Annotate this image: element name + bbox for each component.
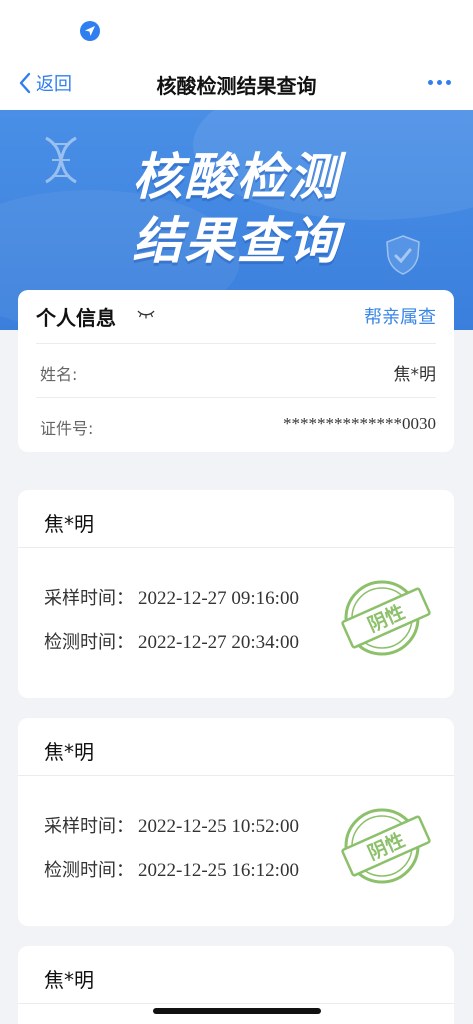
sample-time-row: 采样时间： 2022-12-25 10:52:00	[44, 812, 299, 838]
more-dots-icon	[428, 80, 433, 85]
result-card[interactable]: 焦*明 采样时间： 2022-12-27 09:16:00 检测时间： 2022-1…	[18, 490, 454, 698]
personal-info-card: 个人信息 帮亲属查 姓名: 焦*明 证件号: **************003…	[18, 290, 454, 452]
negative-stamp: 阴性	[341, 580, 431, 656]
eye-closed-icon[interactable]	[136, 308, 156, 320]
test-time-value: 2022-12-27 20:34:00	[138, 632, 299, 653]
more-options-button[interactable]	[428, 80, 451, 85]
sample-time-value: 2022-12-27 09:16:00	[138, 588, 299, 609]
negative-stamp: 阴性	[341, 808, 431, 884]
home-indicator	[153, 1008, 321, 1014]
result-card[interactable]: 焦*明 采样时间： 2022-12-25 10:52:00 检测时间： 2022-1…	[18, 718, 454, 926]
shield-icon	[386, 235, 420, 275]
status-bar	[0, 0, 473, 56]
result-card-header: 焦*明	[18, 718, 454, 776]
id-label: 证件号:	[40, 419, 94, 438]
result-name: 焦*明	[44, 740, 94, 764]
id-row: 证件号: **************0030	[36, 398, 436, 452]
test-time-value: 2022-12-25 16:12:00	[138, 860, 299, 881]
sample-time-value: 2022-12-25 10:52:00	[138, 816, 299, 837]
test-time-row: 检测时间： 2022-12-27 20:34:00	[44, 628, 299, 654]
result-name: 焦*明	[44, 968, 94, 992]
test-time-label: 检测时间：	[44, 632, 134, 653]
test-time-label: 检测时间：	[44, 860, 134, 881]
personal-info-header: 个人信息 帮亲属查	[36, 290, 436, 344]
result-name: 焦*明	[44, 512, 94, 536]
result-card-header: 焦*明	[18, 946, 454, 1004]
result-card-header: 焦*明	[18, 490, 454, 548]
location-arrow-icon	[80, 21, 100, 41]
sample-time-row: 采样时间： 2022-12-27 09:16:00	[44, 584, 299, 610]
id-value: **************0030	[283, 414, 436, 433]
sample-time-label: 采样时间：	[44, 816, 134, 837]
page-title: 核酸检测结果查询	[156, 74, 317, 98]
help-relative-link[interactable]: 帮亲属查	[364, 303, 436, 329]
name-label: 姓名:	[40, 365, 78, 384]
personal-info-title: 个人信息	[36, 306, 116, 330]
banner-title-line1: 核酸检测	[132, 148, 341, 206]
nav-bar: 返回 核酸检测结果查询	[0, 56, 473, 110]
name-value: 焦*明	[393, 365, 437, 385]
name-row: 姓名: 焦*明	[36, 344, 436, 398]
sample-time-label: 采样时间：	[44, 588, 134, 609]
test-time-row: 检测时间： 2022-12-25 16:12:00	[44, 856, 299, 882]
